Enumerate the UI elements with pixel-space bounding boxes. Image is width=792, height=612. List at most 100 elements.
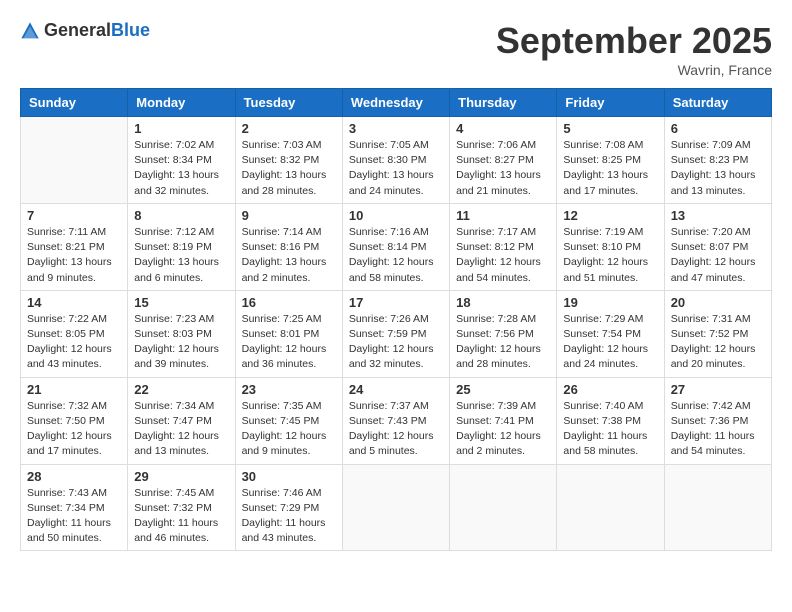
day-info: Sunrise: 7:29 AM Sunset: 7:54 PM Dayligh… <box>563 312 657 373</box>
day-info: Sunrise: 7:17 AM Sunset: 8:12 PM Dayligh… <box>456 225 550 286</box>
day-number: 23 <box>242 382 336 397</box>
day-number: 13 <box>671 208 765 223</box>
day-info: Sunrise: 7:43 AM Sunset: 7:34 PM Dayligh… <box>27 486 121 547</box>
calendar-cell: 30 Sunrise: 7:46 AM Sunset: 7:29 PM Dayli… <box>235 464 342 551</box>
calendar-cell: 6 Sunrise: 7:09 AM Sunset: 8:23 PM Daylig… <box>664 117 771 204</box>
day-info: Sunrise: 7:46 AM Sunset: 7:29 PM Dayligh… <box>242 486 336 547</box>
calendar-header-row: SundayMondayTuesdayWednesdayThursdayFrid… <box>21 89 772 117</box>
day-number: 9 <box>242 208 336 223</box>
calendar-header-wednesday: Wednesday <box>342 89 449 117</box>
day-info: Sunrise: 7:08 AM Sunset: 8:25 PM Dayligh… <box>563 138 657 199</box>
calendar-week-row: 28 Sunrise: 7:43 AM Sunset: 7:34 PM Dayli… <box>21 464 772 551</box>
day-info: Sunrise: 7:12 AM Sunset: 8:19 PM Dayligh… <box>134 225 228 286</box>
day-number: 6 <box>671 121 765 136</box>
calendar-cell: 11 Sunrise: 7:17 AM Sunset: 8:12 PM Dayli… <box>450 203 557 290</box>
day-number: 29 <box>134 469 228 484</box>
day-number: 24 <box>349 382 443 397</box>
day-number: 11 <box>456 208 550 223</box>
calendar-week-row: 1 Sunrise: 7:02 AM Sunset: 8:34 PM Daylig… <box>21 117 772 204</box>
day-info: Sunrise: 7:06 AM Sunset: 8:27 PM Dayligh… <box>456 138 550 199</box>
calendar-header-saturday: Saturday <box>664 89 771 117</box>
day-number: 27 <box>671 382 765 397</box>
day-info: Sunrise: 7:32 AM Sunset: 7:50 PM Dayligh… <box>27 399 121 460</box>
calendar-cell: 25Sunrise: 7:39 AM Sunset: 7:41 PM Dayli… <box>450 377 557 464</box>
calendar-cell: 16 Sunrise: 7:25 AM Sunset: 8:01 PM Dayli… <box>235 290 342 377</box>
calendar-cell <box>664 464 771 551</box>
logo-general: General <box>44 20 111 40</box>
day-info: Sunrise: 7:26 AM Sunset: 7:59 PM Dayligh… <box>349 312 443 373</box>
day-info: Sunrise: 7:11 AM Sunset: 8:21 PM Dayligh… <box>27 225 121 286</box>
day-number: 7 <box>27 208 121 223</box>
day-info: Sunrise: 7:09 AM Sunset: 8:23 PM Dayligh… <box>671 138 765 199</box>
calendar-cell: 1 Sunrise: 7:02 AM Sunset: 8:34 PM Daylig… <box>128 117 235 204</box>
calendar-header-thursday: Thursday <box>450 89 557 117</box>
day-info: Sunrise: 7:34 AM Sunset: 7:47 PM Dayligh… <box>134 399 228 460</box>
page-header: GeneralBlue September 2025 Wavrin, Franc… <box>20 20 772 78</box>
day-number: 21 <box>27 382 121 397</box>
day-number: 17 <box>349 295 443 310</box>
calendar-week-row: 21 Sunrise: 7:32 AM Sunset: 7:50 PM Dayli… <box>21 377 772 464</box>
day-info: Sunrise: 7:37 AM Sunset: 7:43 PM Dayligh… <box>349 399 443 460</box>
day-number: 22 <box>134 382 228 397</box>
calendar-cell: 17 Sunrise: 7:26 AM Sunset: 7:59 PM Dayli… <box>342 290 449 377</box>
calendar-header-friday: Friday <box>557 89 664 117</box>
calendar-header-monday: Monday <box>128 89 235 117</box>
calendar-cell: 19 Sunrise: 7:29 AM Sunset: 7:54 PM Dayli… <box>557 290 664 377</box>
day-number: 26 <box>563 382 657 397</box>
calendar-cell: 20 Sunrise: 7:31 AM Sunset: 7:52 PM Dayli… <box>664 290 771 377</box>
day-number: 12 <box>563 208 657 223</box>
day-number: 18 <box>456 295 550 310</box>
calendar-cell: 14Sunrise: 7:22 AM Sunset: 8:05 PM Dayli… <box>21 290 128 377</box>
calendar-cell: 15 Sunrise: 7:23 AM Sunset: 8:03 PM Dayli… <box>128 290 235 377</box>
day-info: Sunrise: 7:25 AM Sunset: 8:01 PM Dayligh… <box>242 312 336 373</box>
month-title: September 2025 <box>496 20 772 62</box>
calendar-cell <box>342 464 449 551</box>
day-number: 28 <box>27 469 121 484</box>
day-number: 1 <box>134 121 228 136</box>
calendar-cell: 23 Sunrise: 7:35 AM Sunset: 7:45 PM Dayli… <box>235 377 342 464</box>
logo-blue: Blue <box>111 20 150 40</box>
day-number: 16 <box>242 295 336 310</box>
calendar-header-sunday: Sunday <box>21 89 128 117</box>
day-info: Sunrise: 7:35 AM Sunset: 7:45 PM Dayligh… <box>242 399 336 460</box>
day-number: 2 <box>242 121 336 136</box>
day-number: 4 <box>456 121 550 136</box>
calendar-cell: 2 Sunrise: 7:03 AM Sunset: 8:32 PM Daylig… <box>235 117 342 204</box>
calendar-cell: 12Sunrise: 7:19 AM Sunset: 8:10 PM Dayli… <box>557 203 664 290</box>
calendar-cell <box>557 464 664 551</box>
calendar-cell: 26Sunrise: 7:40 AM Sunset: 7:38 PM Dayli… <box>557 377 664 464</box>
day-number: 20 <box>671 295 765 310</box>
calendar-cell: 24 Sunrise: 7:37 AM Sunset: 7:43 PM Dayli… <box>342 377 449 464</box>
day-info: Sunrise: 7:20 AM Sunset: 8:07 PM Dayligh… <box>671 225 765 286</box>
day-info: Sunrise: 7:28 AM Sunset: 7:56 PM Dayligh… <box>456 312 550 373</box>
calendar-cell: 13 Sunrise: 7:20 AM Sunset: 8:07 PM Dayli… <box>664 203 771 290</box>
calendar-cell: 5 Sunrise: 7:08 AM Sunset: 8:25 PM Daylig… <box>557 117 664 204</box>
day-number: 19 <box>563 295 657 310</box>
calendar-week-row: 7 Sunrise: 7:11 AM Sunset: 8:21 PM Daylig… <box>21 203 772 290</box>
calendar-cell: 21 Sunrise: 7:32 AM Sunset: 7:50 PM Dayli… <box>21 377 128 464</box>
logo-icon <box>20 21 40 41</box>
calendar-cell <box>450 464 557 551</box>
day-info: Sunrise: 7:03 AM Sunset: 8:32 PM Dayligh… <box>242 138 336 199</box>
day-info: Sunrise: 7:42 AM Sunset: 7:36 PM Dayligh… <box>671 399 765 460</box>
day-info: Sunrise: 7:31 AM Sunset: 7:52 PM Dayligh… <box>671 312 765 373</box>
calendar-week-row: 14Sunrise: 7:22 AM Sunset: 8:05 PM Dayli… <box>21 290 772 377</box>
calendar-body: 1 Sunrise: 7:02 AM Sunset: 8:34 PM Daylig… <box>21 117 772 551</box>
calendar-cell: 22 Sunrise: 7:34 AM Sunset: 7:47 PM Dayli… <box>128 377 235 464</box>
day-number: 15 <box>134 295 228 310</box>
day-info: Sunrise: 7:02 AM Sunset: 8:34 PM Dayligh… <box>134 138 228 199</box>
day-info: Sunrise: 7:14 AM Sunset: 8:16 PM Dayligh… <box>242 225 336 286</box>
calendar-cell: 4 Sunrise: 7:06 AM Sunset: 8:27 PM Daylig… <box>450 117 557 204</box>
calendar-cell: 10Sunrise: 7:16 AM Sunset: 8:14 PM Dayli… <box>342 203 449 290</box>
calendar-cell: 3Sunrise: 7:05 AM Sunset: 8:30 PM Daylig… <box>342 117 449 204</box>
day-number: 8 <box>134 208 228 223</box>
title-area: September 2025 Wavrin, France <box>496 20 772 78</box>
day-number: 30 <box>242 469 336 484</box>
day-number: 3 <box>349 121 443 136</box>
calendar-header-tuesday: Tuesday <box>235 89 342 117</box>
day-info: Sunrise: 7:23 AM Sunset: 8:03 PM Dayligh… <box>134 312 228 373</box>
calendar-cell: 18 Sunrise: 7:28 AM Sunset: 7:56 PM Dayli… <box>450 290 557 377</box>
day-info: Sunrise: 7:16 AM Sunset: 8:14 PM Dayligh… <box>349 225 443 286</box>
day-number: 5 <box>563 121 657 136</box>
calendar-cell: 7 Sunrise: 7:11 AM Sunset: 8:21 PM Daylig… <box>21 203 128 290</box>
